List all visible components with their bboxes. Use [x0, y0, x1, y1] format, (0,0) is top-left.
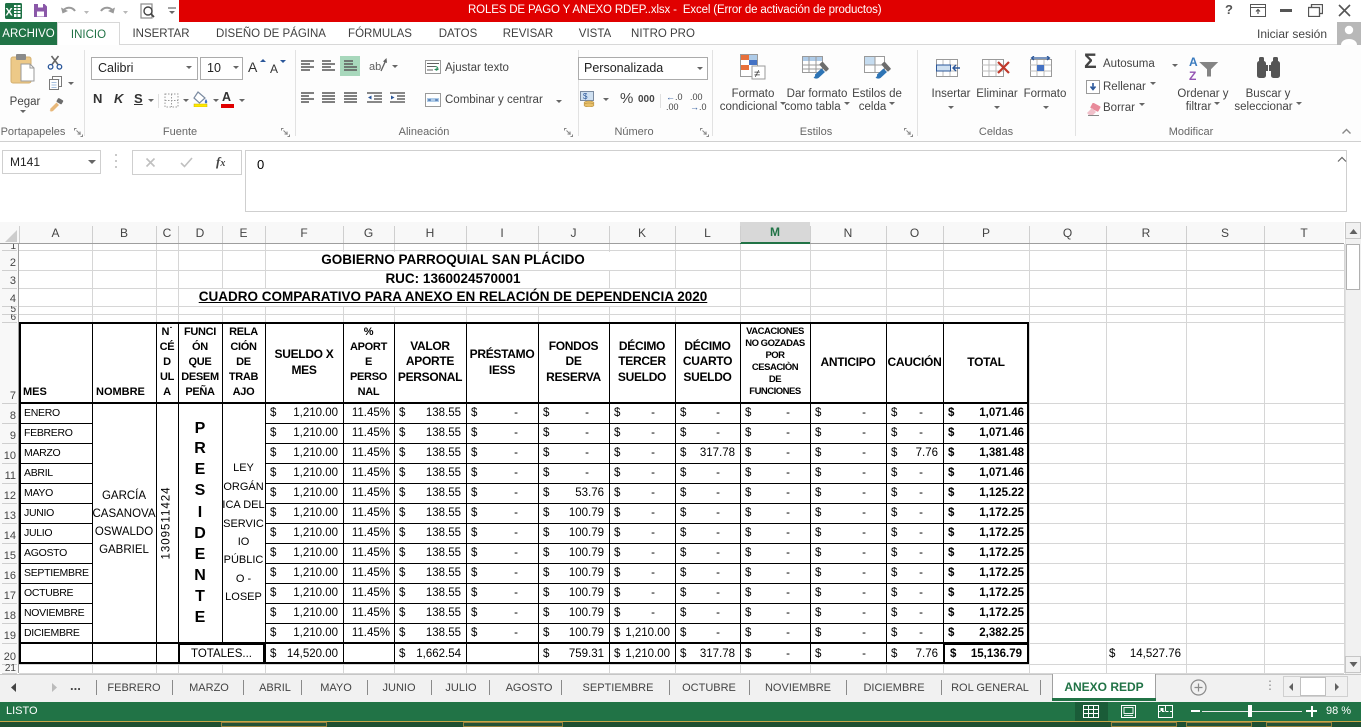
svg-text:A: A — [1189, 55, 1198, 69]
svg-text:≠: ≠ — [754, 68, 760, 80]
svg-text:Z: Z — [1189, 69, 1196, 82]
svg-text:X: X — [5, 7, 13, 19]
svg-text:ab: ab — [369, 61, 381, 73]
svg-text:$: $ — [583, 92, 588, 101]
